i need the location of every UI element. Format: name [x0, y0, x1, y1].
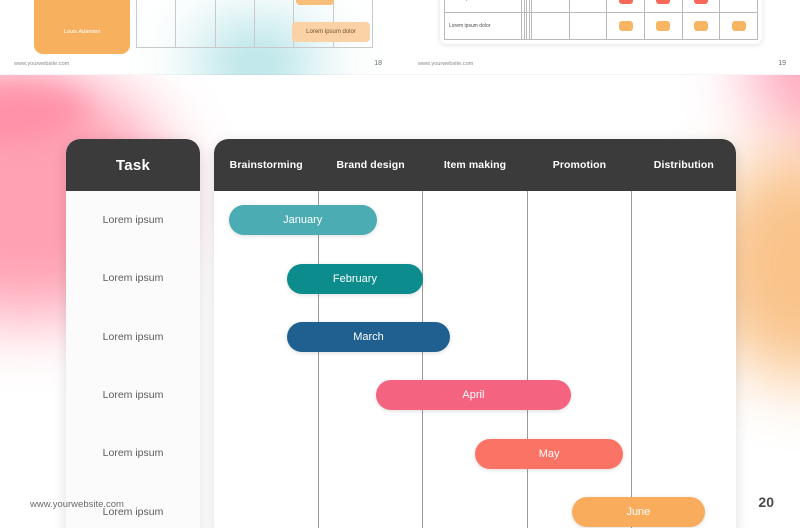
list-item[interactable]: Lorem ipsum — [66, 308, 200, 366]
mini-grid-col — [137, 0, 177, 47]
previous-slides-strip: Accounting Team Louis Adamien Task 3 Lor… — [0, 0, 800, 75]
gantt-bar-june[interactable]: June — [572, 496, 705, 527]
list-item[interactable]: Lorem ipsum — [66, 249, 200, 307]
mini-chip-orange — [693, 21, 708, 31]
mini-cell — [531, 12, 570, 40]
column-header-promotion: Promotion — [552, 159, 607, 171]
table-row: Lorem ipsum dolor — [444, 12, 758, 40]
column-header-distribution: Distribution — [653, 159, 714, 171]
task-row-list: Lorem ipsum Lorem ipsum Lorem ipsum Lore… — [66, 191, 200, 528]
slide-gap-divider — [398, 0, 403, 75]
page-number: 20 — [758, 494, 774, 510]
mini-cell — [531, 0, 570, 13]
mini-cell — [568, 0, 608, 13]
list-item[interactable]: Lorem ipsum — [66, 366, 200, 424]
mini-table-grid: Lorem ipsum dolor Lorem ipsum dolor — [444, 0, 758, 40]
mini-cell — [606, 12, 645, 40]
gantt-bar-january[interactable]: January — [228, 205, 377, 236]
mini-cell — [719, 0, 758, 13]
mini-grid-col — [216, 0, 255, 47]
mini-cell — [643, 0, 683, 13]
gantt-bar-february[interactable]: February — [287, 263, 423, 294]
gantt-bar-march[interactable]: March — [287, 321, 450, 352]
mini-footer-website-19: www.yourwebsite.com — [418, 61, 474, 67]
mini-cell — [719, 12, 758, 40]
mini-chip-orange — [656, 21, 671, 31]
gantt-bar-april[interactable]: April — [375, 380, 572, 411]
gantt-plot-area: January February March April May June — [214, 191, 736, 528]
mini-page-number-18: 18 — [374, 60, 382, 67]
mini-cell — [681, 0, 721, 13]
accounting-team-card: Accounting Team Louis Adamien — [34, 0, 130, 54]
current-slide-20: Task Lorem ipsum Lorem ipsum Lorem ipsum… — [0, 75, 800, 528]
table-row: Lorem ipsum dolor — [444, 0, 758, 13]
task-column-header: Task — [66, 139, 200, 191]
gantt-header-row: Brainstorming Brand design Item making P… — [214, 139, 736, 191]
mini-cell — [681, 12, 721, 40]
mini-chip-coral — [693, 0, 708, 4]
strip-separator — [0, 74, 800, 75]
mini-chip-orange — [618, 21, 633, 31]
mini-cell — [568, 12, 608, 40]
mini-footer-website-18: www.yourwebsite.com — [14, 61, 70, 67]
slide-canvas: Accounting Team Louis Adamien Task 3 Lor… — [0, 0, 800, 528]
column-header-item-making: Item making — [443, 159, 507, 171]
mini-schedule-table-19: Lorem ipsum dolor Lorem ipsum dolor — [440, 0, 762, 44]
gantt-panel: Brainstorming Brand design Item making P… — [214, 139, 736, 528]
previous-slide-18[interactable]: Accounting Team Louis Adamien Task 3 Lor… — [0, 0, 396, 75]
mini-grid-col — [176, 0, 216, 47]
list-item[interactable]: Lorem ipsum — [66, 191, 200, 249]
mini-grid-col — [255, 0, 295, 47]
mini-cell — [643, 12, 683, 40]
mini-row-label: Lorem ipsum dolor — [444, 12, 522, 40]
previous-slide-19[interactable]: Lorem ipsum dolor Lorem ipsum dolor — [404, 0, 800, 75]
task-chip-task3: Task 3 — [296, 0, 334, 5]
mini-chip-coral — [656, 0, 671, 4]
mini-page-number-19: 19 — [778, 60, 786, 67]
mini-chip-orange — [731, 21, 746, 31]
footer-website: www.yourwebsite.com — [30, 499, 124, 510]
gantt-bars: January February March April May June — [214, 191, 736, 528]
gantt-bar-may[interactable]: May — [475, 438, 624, 469]
mini-cell — [606, 0, 645, 13]
mini-row-label: Lorem ipsum dolor — [444, 0, 522, 13]
list-item[interactable]: Lorem ipsum — [66, 424, 200, 482]
task-chip-lorem: Lorem ipsum dolor — [292, 22, 370, 42]
task-panel: Task Lorem ipsum Lorem ipsum Lorem ipsum… — [66, 139, 200, 528]
accounting-team-member: Louis Adamien — [63, 29, 101, 36]
mini-chip-coral — [618, 0, 633, 4]
column-header-brainstorming: Brainstorming — [229, 159, 303, 171]
column-header-brand-design: Brand design — [336, 159, 405, 171]
